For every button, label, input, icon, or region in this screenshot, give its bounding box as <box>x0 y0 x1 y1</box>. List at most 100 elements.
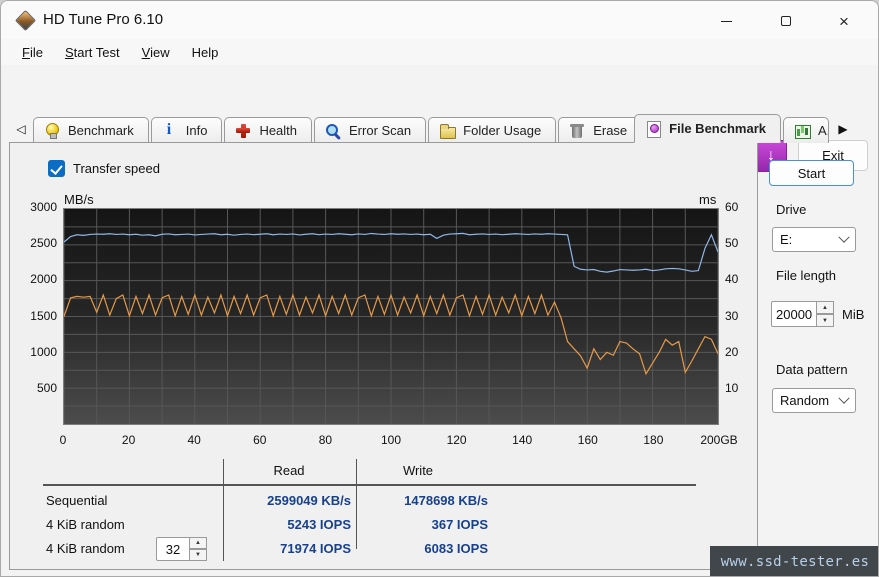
spin-up-button[interactable]: ▲ <box>817 301 834 314</box>
x-axis-tick: 160 <box>564 433 612 447</box>
tab-health[interactable]: Health <box>224 117 312 143</box>
tab-label: Folder Usage <box>463 123 541 138</box>
spin-up-button[interactable]: ▲ <box>190 537 207 549</box>
tab-label: Erase <box>593 123 627 138</box>
table-header-rule <box>43 484 696 486</box>
title-bar: HD Tune Pro 6.10 × <box>1 1 878 39</box>
drive-combo-value: E: <box>780 232 792 247</box>
file-bulb-icon <box>645 121 662 137</box>
file-length-unit: MiB <box>842 307 864 322</box>
menu-view-mnemonic: V <box>142 45 150 60</box>
left-axis-unit: MB/s <box>64 192 94 207</box>
menu-help[interactable]: Help <box>181 42 230 63</box>
x-axis-tick: 0 <box>39 433 87 447</box>
row-label: Sequential <box>46 493 107 508</box>
transfer-speed-checkbox[interactable] <box>48 160 65 177</box>
tab-info[interactable]: Info <box>151 117 223 143</box>
spin-up-icon: ▲ <box>822 305 828 311</box>
x-axis-tick: 80 <box>301 433 349 447</box>
x-axis-tick: 140 <box>498 433 546 447</box>
table-row: 4 KiB random 5243 IOPS 367 IOPS <box>1 517 758 537</box>
file-length-spinner: ▲ ▼ MiB <box>771 301 864 327</box>
queue-depth-input[interactable] <box>156 537 190 561</box>
right-axis-tick: 10 <box>725 381 755 395</box>
table-row: 4 KiB random▲▼71974 IOPS6083 IOPS <box>1 541 758 561</box>
bulb-icon <box>44 123 61 139</box>
queue-depth-spinner: ▲▼ <box>156 537 207 561</box>
data-pattern-combo[interactable]: Random <box>772 388 856 413</box>
write-value: 367 IOPS <box>362 517 488 532</box>
menu-help-rest: Help <box>192 45 219 60</box>
drive-label: Drive <box>776 202 806 217</box>
maximize-button[interactable] <box>766 9 806 33</box>
read-column-header: Read <box>229 463 349 478</box>
x-axis-tick: 200GB <box>695 433 743 447</box>
menu-file[interactable]: File <box>11 42 54 63</box>
menu-file-rest: ile <box>30 45 43 60</box>
tab-label: A. <box>818 123 829 138</box>
tab-benchmark[interactable]: Benchmark <box>33 117 149 143</box>
tab-erase[interactable]: Erase <box>558 117 642 143</box>
tab-label: Benchmark <box>68 123 134 138</box>
tab-scroll-right-button[interactable]: ▶ <box>831 117 855 141</box>
tab-bar-tabs: Benchmark InfoHealthError Scan Folder Usag… <box>33 114 831 143</box>
chevron-down-icon <box>838 392 849 403</box>
data-pattern-label: Data pattern <box>776 362 848 377</box>
file-length-input[interactable] <box>771 301 817 327</box>
x-axis-tick: 100 <box>367 433 415 447</box>
read-value: 5243 IOPS <box>225 517 351 532</box>
hd-tune-disk-icon <box>15 10 35 30</box>
x-axis-tick: 20 <box>105 433 153 447</box>
left-axis-tick: 2000 <box>15 272 57 286</box>
x-axis-tick: 120 <box>433 433 481 447</box>
file-length-label: File length <box>776 268 836 283</box>
left-axis-tick: 500 <box>15 381 57 395</box>
start-button[interactable]: Start <box>769 160 854 186</box>
tab-a[interactable]: A. <box>783 117 829 143</box>
menu-view[interactable]: View <box>131 42 181 63</box>
menu-start-test[interactable]: Start Test <box>54 42 131 63</box>
transfer-chart-svg <box>64 209 718 424</box>
table-row: Sequential 2599049 KB/s 1478698 KB/s <box>1 493 758 513</box>
tab-scroll-left-button[interactable]: ◁ <box>9 117 33 141</box>
scroll-left-icon: ◁ <box>16 122 25 136</box>
right-axis-tick: 50 <box>725 236 755 250</box>
magnifier-icon <box>325 123 342 139</box>
menu-start-test-mnemonic: S <box>65 45 74 60</box>
right-axis-tick: 30 <box>725 309 755 323</box>
left-axis-tick: 2500 <box>15 236 57 250</box>
start-button-label: Start <box>798 166 825 181</box>
right-axis-tick: 40 <box>725 272 755 286</box>
write-value: 1478698 KB/s <box>362 493 488 508</box>
maximize-icon <box>781 16 791 26</box>
trash-icon <box>569 123 586 139</box>
drive-combo[interactable]: E: <box>772 227 856 252</box>
x-axis-tick: 180 <box>629 433 677 447</box>
left-axis-tick: 1500 <box>15 309 57 323</box>
transfer-speed-label: Transfer speed <box>73 161 160 176</box>
watermark: www.ssd-tester.es <box>710 546 879 577</box>
tab-file-benchmark[interactable]: File Benchmark <box>634 114 781 143</box>
info-icon <box>162 123 179 139</box>
read-value: 2599049 KB/s <box>225 493 351 508</box>
chevron-down-icon <box>838 231 849 242</box>
file-length-steppers: ▲ ▼ <box>817 301 834 327</box>
close-button[interactable]: × <box>824 9 864 33</box>
spin-down-icon: ▼ <box>822 318 828 324</box>
right-axis-tick: 60 <box>725 200 755 214</box>
read-value: 71974 IOPS <box>225 541 351 556</box>
minimize-button[interactable] <box>706 9 746 33</box>
x-axis-tick: 40 <box>170 433 218 447</box>
table-divider-left <box>223 459 224 561</box>
tab-error-scan[interactable]: Error Scan <box>314 117 426 143</box>
chart-bars-icon <box>794 123 811 139</box>
spin-down-button[interactable]: ▼ <box>817 314 834 327</box>
spin-down-button[interactable]: ▼ <box>190 549 207 561</box>
x-axis-tick: 60 <box>236 433 284 447</box>
data-pattern-value: Random <box>780 393 829 408</box>
folder-icon <box>439 123 456 139</box>
left-axis-tick: 3000 <box>15 200 57 214</box>
tab-folder-usage[interactable]: Folder Usage <box>428 117 556 143</box>
menu-start-test-rest: tart Test <box>74 45 120 60</box>
row-label: 4 KiB random <box>46 517 125 532</box>
